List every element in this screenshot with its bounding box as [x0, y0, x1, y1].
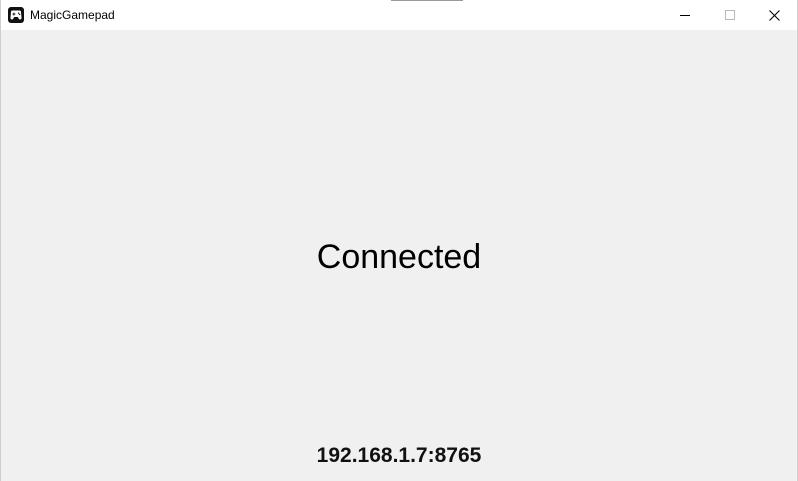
title-bar[interactable]: MagicGamepad: [1, 0, 797, 30]
maximize-icon: [724, 10, 735, 20]
close-icon: [769, 9, 780, 21]
minimize-button[interactable]: [662, 0, 707, 30]
close-button[interactable]: [752, 0, 797, 30]
connection-status-label: Connected: [316, 238, 482, 276]
server-address-label: 192.168.1.7:8765: [316, 444, 482, 467]
maximize-button[interactable]: [707, 0, 752, 30]
app-window: MagicGamepad Connected 192.168.1.7:8765: [0, 0, 798, 481]
window-controls: [662, 0, 797, 30]
gamepad-app-icon: [8, 7, 24, 23]
window-title: MagicGamepad: [30, 8, 115, 22]
minimize-icon: [679, 15, 690, 16]
client-area: Connected 192.168.1.7:8765: [1, 30, 797, 481]
title-bar-accent-line: [391, 0, 463, 1]
